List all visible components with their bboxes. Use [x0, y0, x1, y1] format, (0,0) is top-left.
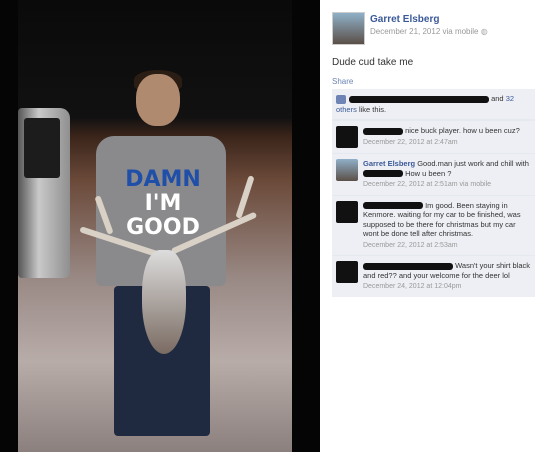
- truck-door: [18, 108, 70, 278]
- comment-text: Good.man just work and chill with: [417, 159, 529, 168]
- commenter-avatar[interactable]: [336, 261, 358, 283]
- redaction: [363, 170, 403, 178]
- author-name[interactable]: Garret Elsberg: [370, 14, 439, 25]
- comment-time[interactable]: December 24, 2012 at 12:04pm: [363, 282, 531, 292]
- thumbs-up-icon: [336, 94, 346, 104]
- globe-icon: ◍: [480, 27, 488, 36]
- comment-time[interactable]: December 22, 2012 at 2:51am via mobile: [363, 180, 531, 190]
- post-photo[interactable]: DAMN I'M GOOD: [18, 0, 292, 452]
- person-head: [136, 74, 180, 126]
- comment-text-2: How u been ?: [405, 168, 452, 178]
- commenter-avatar[interactable]: [336, 200, 358, 223]
- redaction: [363, 127, 403, 135]
- photo-viewer: DAMN I'M GOOD: [0, 0, 320, 452]
- post-panel: Garret Elsberg December 21, 2012 via mob…: [320, 0, 550, 452]
- share-link[interactable]: Share: [332, 77, 353, 86]
- shirt-line-3: GOOD: [126, 215, 200, 240]
- comment-author[interactable]: Garret Elsberg: [363, 159, 415, 168]
- shirt-line-2: I'M: [144, 191, 182, 216]
- likes-row: and 32 others like this.: [332, 89, 535, 120]
- redaction: [349, 95, 489, 103]
- comment: Garret Elsberg Good.man just work and ch…: [332, 153, 535, 195]
- redaction: [363, 202, 423, 210]
- commenter-avatar[interactable]: [336, 159, 358, 181]
- commenter-avatar[interactable]: [336, 126, 358, 148]
- post-status: Dude cud take me: [332, 57, 414, 68]
- deer-head: [142, 250, 186, 354]
- feedback-box: and 32 others like this. nice buck playe…: [332, 89, 535, 297]
- comment-time[interactable]: December 22, 2012 at 2:53am: [363, 241, 531, 251]
- post-meta: December 21, 2012 via mobile ◍: [370, 27, 488, 36]
- likes-prefix: and: [491, 94, 504, 103]
- likes-suffix: like this.: [358, 105, 387, 114]
- comment-time[interactable]: December 22, 2012 at 2:47am: [363, 138, 531, 148]
- shirt-print: DAMN I'M GOOD: [120, 168, 206, 240]
- redaction: [363, 262, 453, 270]
- comment: nice buck player. how u been cuz? Decemb…: [332, 120, 535, 153]
- post-date[interactable]: December 21, 2012 via mobile: [370, 27, 479, 36]
- author-avatar[interactable]: [332, 12, 365, 45]
- comment: Im good. Been staying in Kenmore. waitin…: [332, 194, 535, 256]
- comment-text: nice buck player. how u been cuz?: [405, 126, 520, 135]
- shirt-line-1: DAMN: [125, 167, 201, 192]
- comment: Wasn't your shirt black and red?? and yo…: [332, 255, 535, 297]
